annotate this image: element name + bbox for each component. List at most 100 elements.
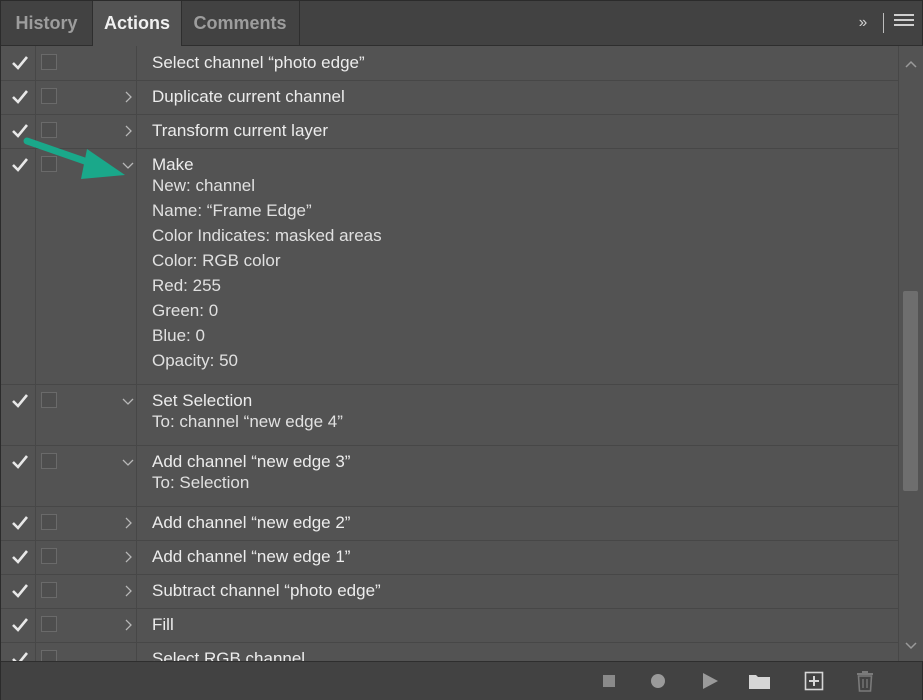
action-row[interactable]: Make New: channel Name: “Frame Edge” Color … — [1, 148, 898, 385]
check-icon[interactable] — [11, 651, 29, 661]
tab-actions[interactable]: Actions — [92, 1, 182, 46]
tab-history[interactable]: History — [1, 1, 92, 45]
tab-comments[interactable]: Comments — [181, 1, 299, 45]
check-icon[interactable] — [11, 515, 29, 531]
chevron-down-icon[interactable] — [121, 158, 135, 172]
actions-panel: History Actions Comments ›› Select chann… — [0, 0, 923, 700]
chevron-right-icon[interactable] — [121, 584, 135, 598]
action-detail: Green: 0 — [152, 301, 219, 320]
hamburger-line — [894, 19, 914, 21]
action-label: Transform current layer — [152, 121, 329, 140]
dialog-toggle-icon[interactable] — [41, 88, 57, 104]
action-detail: New: channel — [152, 176, 256, 195]
dialog-column — [35, 642, 137, 661]
action-detail: Blue: 0 — [152, 326, 205, 345]
stop-icon — [603, 675, 615, 687]
dialog-toggle-icon[interactable] — [41, 514, 57, 530]
toggle-item-column — [1, 574, 36, 608]
collapse-panel-button[interactable]: ›› — [851, 11, 873, 35]
record-icon — [651, 674, 665, 688]
toggle-item-column — [1, 608, 36, 642]
action-row[interactable]: Add channel “new edge 2” — [1, 506, 898, 541]
action-row[interactable]: Subtract channel “photo edge” — [1, 574, 898, 609]
action-detail: Color Indicates: masked areas — [152, 226, 382, 245]
hamburger-line — [894, 24, 914, 26]
delete-button[interactable] — [853, 670, 877, 692]
dialog-toggle-icon[interactable] — [41, 453, 57, 469]
scroll-thumb[interactable] — [903, 291, 918, 491]
tab-bar: History Actions Comments ›› — [1, 1, 922, 46]
action-row[interactable]: Select channel “photo edge” — [1, 46, 898, 81]
play-icon — [703, 673, 718, 689]
action-row[interactable]: Set Selection To: channel “new edge 4” — [1, 384, 898, 446]
action-detail: Name: “Frame Edge” — [152, 201, 312, 220]
toggle-item-column — [1, 540, 36, 574]
action-label: Select channel “photo edge” — [152, 53, 365, 72]
check-icon[interactable] — [11, 583, 29, 599]
toggle-item-column — [1, 114, 36, 148]
chevron-down-icon[interactable] — [121, 455, 135, 469]
check-icon[interactable] — [11, 157, 29, 173]
folder-icon — [749, 675, 770, 689]
toggle-item-column — [1, 80, 36, 114]
action-row[interactable]: Duplicate current channel — [1, 80, 898, 115]
trash-icon — [857, 671, 873, 692]
play-button[interactable] — [698, 670, 722, 692]
dialog-toggle-icon[interactable] — [41, 122, 57, 138]
toggle-item-column — [1, 506, 36, 540]
action-row[interactable]: Add channel “new edge 1” — [1, 540, 898, 575]
action-detail: Red: 255 — [152, 276, 221, 295]
check-icon[interactable] — [11, 549, 29, 565]
action-label: Fill — [152, 615, 174, 634]
dialog-column — [35, 46, 137, 80]
action-row[interactable]: Add channel “new edge 3” To: Selection — [1, 445, 898, 507]
dialog-toggle-icon[interactable] — [41, 582, 57, 598]
action-detail: To: channel “new edge 4” — [152, 412, 343, 431]
action-label: Select RGB channel — [152, 649, 306, 661]
dialog-toggle-icon[interactable] — [41, 616, 57, 632]
action-row[interactable]: Select RGB channel — [1, 642, 898, 661]
action-label: Add channel “new edge 2” — [152, 513, 351, 532]
toggle-item-column — [1, 445, 36, 506]
bottom-toolbar — [1, 661, 922, 700]
check-icon[interactable] — [11, 454, 29, 470]
dialog-toggle-icon[interactable] — [41, 650, 57, 661]
chevron-right-icon[interactable] — [121, 618, 135, 632]
new-action-button[interactable] — [802, 670, 826, 692]
chevron-right-icon[interactable] — [121, 124, 135, 138]
action-detail: Opacity: 50 — [152, 351, 238, 370]
tab-divider — [299, 1, 300, 45]
panel-menu-button[interactable] — [894, 14, 914, 32]
chevron-right-icon[interactable] — [121, 90, 135, 104]
dialog-toggle-icon[interactable] — [41, 54, 57, 70]
stop-button[interactable] — [597, 670, 621, 692]
dialog-toggle-icon[interactable] — [41, 392, 57, 408]
check-icon[interactable] — [11, 55, 29, 71]
new-set-button[interactable] — [747, 670, 771, 692]
check-icon[interactable] — [11, 123, 29, 139]
toggle-item-column — [1, 384, 36, 445]
action-label: Add channel “new edge 1” — [152, 547, 351, 566]
action-label: Subtract channel “photo edge” — [152, 581, 381, 600]
check-icon[interactable] — [11, 617, 29, 633]
action-detail: To: Selection — [152, 473, 250, 492]
scroll-up-arrow-icon[interactable] — [904, 56, 918, 68]
toggle-item-column — [1, 46, 36, 80]
dialog-column — [35, 148, 137, 384]
chevron-right-icon[interactable] — [121, 516, 135, 530]
action-row[interactable]: Transform current layer — [1, 114, 898, 149]
chevron-down-icon[interactable] — [121, 394, 135, 408]
action-row[interactable]: Fill — [1, 608, 898, 643]
scroll-down-arrow-icon[interactable] — [904, 638, 918, 650]
dialog-toggle-icon[interactable] — [41, 156, 57, 172]
record-button[interactable] — [646, 670, 670, 692]
dialog-toggle-icon[interactable] — [41, 548, 57, 564]
actions-list[interactable]: Select channel “photo edge” Duplicate cur… — [1, 46, 898, 661]
action-detail: Color: RGB color — [152, 251, 281, 270]
toggle-item-column — [1, 148, 36, 384]
check-icon[interactable] — [11, 393, 29, 409]
hamburger-icon — [894, 14, 914, 16]
vertical-scrollbar[interactable] — [898, 46, 923, 661]
check-icon[interactable] — [11, 89, 29, 105]
chevron-right-icon[interactable] — [121, 550, 135, 564]
